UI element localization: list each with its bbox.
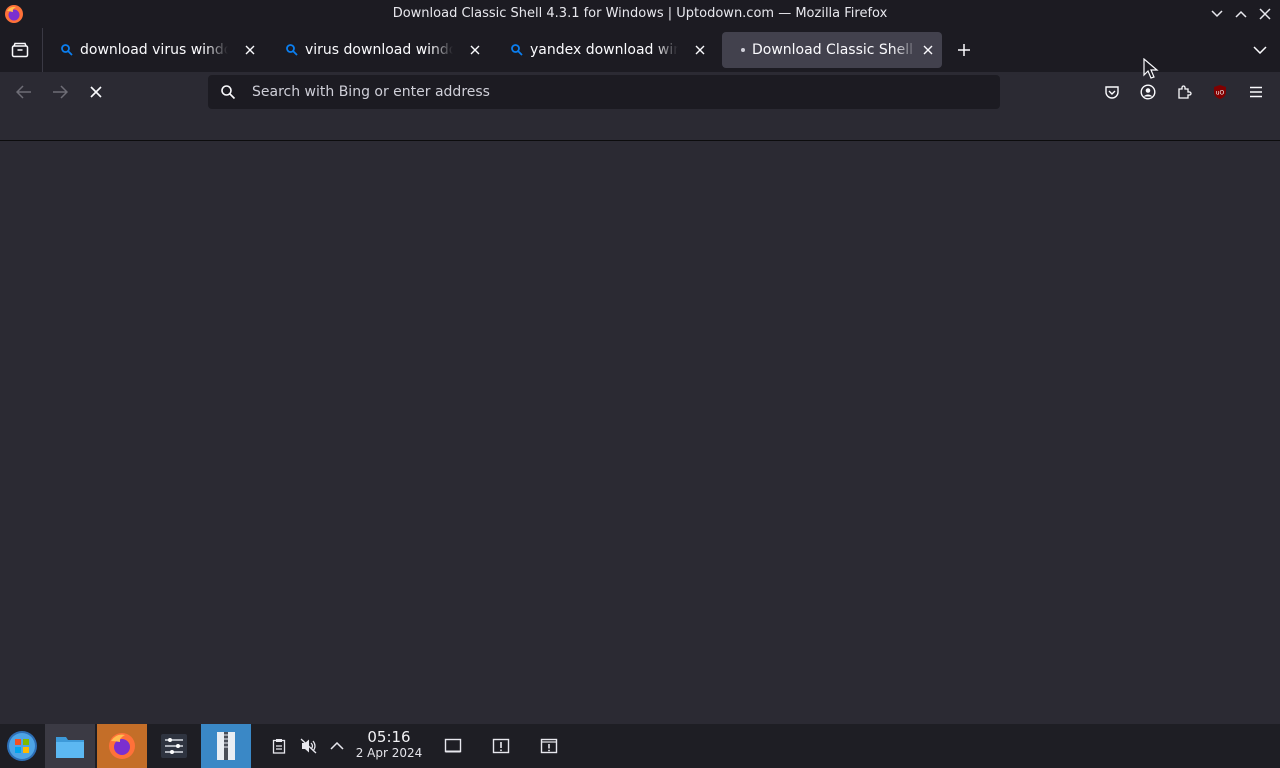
stop-loading-button[interactable] bbox=[84, 80, 108, 104]
tab-yandex-download-windows[interactable]: yandex download windows bbox=[496, 32, 716, 68]
forward-button[interactable] bbox=[48, 80, 72, 104]
search-icon bbox=[221, 85, 236, 100]
taskbar-file-manager[interactable] bbox=[45, 724, 95, 768]
back-button[interactable] bbox=[12, 80, 36, 104]
tab-strip: download virus windows virus download wi… bbox=[0, 28, 1280, 72]
taskbar-settings-app[interactable] bbox=[149, 724, 199, 768]
account-button[interactable] bbox=[1136, 80, 1160, 104]
clock-time: 05:16 bbox=[367, 728, 411, 746]
plus-icon bbox=[958, 44, 970, 56]
taskbar: 05:16 2 Apr 2024 bbox=[0, 724, 1280, 768]
tab-label: virus download windows bbox=[305, 42, 453, 58]
notification-button-2[interactable] bbox=[539, 736, 559, 756]
maximize-button[interactable] bbox=[1231, 4, 1251, 24]
close-window-button[interactable] bbox=[1255, 4, 1275, 24]
close-icon bbox=[245, 45, 255, 55]
taskbar-archive-manager[interactable] bbox=[201, 724, 251, 768]
tab-download-classic-shell[interactable]: Download Classic Shell 4.3.1 for Windows bbox=[722, 32, 942, 68]
tab-close-button[interactable] bbox=[920, 42, 936, 58]
close-icon bbox=[1259, 8, 1271, 20]
search-icon bbox=[61, 44, 73, 56]
tab-virus-download-windows[interactable]: virus download windows bbox=[271, 32, 491, 68]
tab-separator bbox=[42, 28, 43, 72]
tab-download-virus-windows[interactable]: download virus windows bbox=[46, 32, 266, 68]
show-hidden-icons-button[interactable] bbox=[327, 736, 347, 756]
firefox-view-icon bbox=[11, 42, 29, 58]
extensions-button[interactable] bbox=[1172, 80, 1196, 104]
url-input[interactable] bbox=[252, 75, 982, 109]
firefox-view-button[interactable] bbox=[8, 38, 32, 62]
save-to-pocket-button[interactable] bbox=[1100, 80, 1124, 104]
window-title: Download Classic Shell 4.3.1 for Windows… bbox=[392, 6, 888, 21]
tab-label: yandex download windows bbox=[530, 42, 678, 58]
desktop-icon bbox=[444, 738, 462, 753]
tab-label: Download Classic Shell 4.3.1 for Windows bbox=[752, 42, 918, 58]
ublock-origin-icon: uO bbox=[1214, 85, 1226, 99]
new-tab-button[interactable] bbox=[952, 38, 976, 62]
start-orb-icon bbox=[7, 731, 37, 761]
back-arrow-icon bbox=[16, 85, 31, 99]
close-icon bbox=[470, 45, 480, 55]
pocket-icon bbox=[1105, 86, 1119, 99]
taskbar-firefox[interactable] bbox=[97, 724, 147, 768]
address-bar[interactable] bbox=[208, 75, 1000, 109]
chevron-down-icon bbox=[1211, 10, 1223, 18]
tab-label: download virus windows bbox=[80, 42, 228, 58]
extensions-icon bbox=[1178, 85, 1192, 99]
search-icon bbox=[286, 44, 298, 56]
tab-close-button[interactable] bbox=[467, 42, 483, 58]
close-icon bbox=[923, 45, 933, 55]
firefox-window: Download Classic Shell 4.3.1 for Windows… bbox=[0, 0, 1280, 768]
firefox-icon bbox=[109, 733, 135, 759]
search-icon bbox=[511, 44, 523, 56]
tab-close-button[interactable] bbox=[242, 42, 258, 58]
taskbar-clock[interactable]: 05:16 2 Apr 2024 bbox=[350, 728, 428, 764]
volume-tray-button[interactable] bbox=[299, 736, 319, 756]
account-icon bbox=[1140, 84, 1156, 100]
volume-muted-icon bbox=[300, 738, 317, 754]
clipboard-tray-button[interactable] bbox=[269, 736, 289, 756]
title-bar: Download Classic Shell 4.3.1 for Windows… bbox=[0, 0, 1280, 28]
tab-close-button[interactable] bbox=[692, 42, 708, 58]
svg-text:uO: uO bbox=[1216, 90, 1225, 97]
minimize-button[interactable] bbox=[1207, 4, 1227, 24]
chevron-up-icon bbox=[1235, 10, 1247, 18]
ublock-origin-button[interactable]: uO bbox=[1208, 80, 1232, 104]
clock-date: 2 Apr 2024 bbox=[355, 746, 423, 760]
mouse-cursor-icon bbox=[1143, 58, 1159, 79]
chevron-up-icon bbox=[330, 742, 344, 750]
notification-alert-icon bbox=[492, 738, 510, 754]
page-content-area[interactable] bbox=[0, 142, 1280, 724]
archive-icon bbox=[217, 732, 235, 760]
stop-icon bbox=[90, 86, 102, 98]
start-menu-button[interactable] bbox=[0, 724, 44, 768]
clipboard-icon bbox=[272, 739, 286, 754]
app-menu-button[interactable] bbox=[1244, 80, 1268, 104]
forward-arrow-icon bbox=[53, 85, 68, 99]
sliders-icon bbox=[161, 734, 187, 758]
folder-icon bbox=[56, 737, 84, 758]
navigation-toolbar: uO bbox=[0, 72, 1280, 112]
list-all-tabs-button[interactable] bbox=[1248, 38, 1272, 62]
chevron-down-icon bbox=[1253, 46, 1267, 54]
close-icon bbox=[695, 45, 705, 55]
notification-button-1[interactable] bbox=[491, 736, 511, 756]
show-desktop-button[interactable] bbox=[443, 736, 463, 756]
notification-alert-icon bbox=[540, 738, 558, 754]
loading-dot-icon bbox=[741, 48, 745, 52]
bookmarks-toolbar bbox=[0, 112, 1280, 141]
menu-icon bbox=[1250, 86, 1262, 98]
